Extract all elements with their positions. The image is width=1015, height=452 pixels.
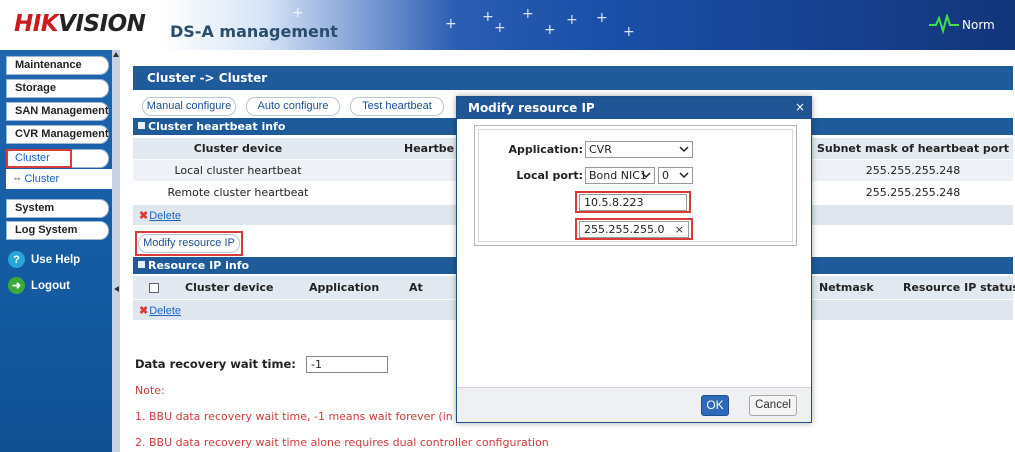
note-label: Note: bbox=[135, 384, 165, 397]
modify-resource-ip-button[interactable]: Modify resource IP bbox=[138, 234, 240, 253]
ip-address-input[interactable]: 10.5.8.223 bbox=[579, 194, 687, 211]
sidebar-scrollbar[interactable] bbox=[112, 50, 120, 452]
chevron-down-icon bbox=[679, 146, 689, 153]
column-header: Netmask bbox=[819, 281, 874, 294]
select-all-checkbox[interactable] bbox=[149, 282, 159, 293]
sparkle-icon: + bbox=[566, 12, 578, 28]
chevron-down-icon bbox=[679, 172, 689, 179]
app-header: HIKVISION DS-A management + + + + + + + … bbox=[0, 0, 1015, 50]
collapse-sidebar-arrow-icon[interactable] bbox=[114, 286, 119, 292]
test-heartbeat-button[interactable]: Test heartbeat bbox=[350, 97, 444, 116]
page-title: Cluster -> Cluster bbox=[133, 66, 1013, 90]
logout-arrow-icon: ➜ bbox=[8, 277, 25, 294]
cluster-highlight-outline bbox=[6, 149, 72, 168]
app-title: DS-A management bbox=[170, 22, 338, 41]
sub-item-marker-icon: •• bbox=[14, 174, 21, 184]
heartbeat-pulse-icon bbox=[929, 14, 959, 34]
note-line: 2. BBU data recovery wait time alone req… bbox=[135, 436, 549, 449]
modify-resource-ip-dialog: Modify resource IP × Application: CVR Lo… bbox=[456, 96, 812, 423]
sparkle-icon: + bbox=[522, 6, 534, 22]
sidebar-item-system[interactable]: System bbox=[6, 199, 109, 218]
cell-mask: 255.255.255.248 bbox=[865, 186, 961, 199]
column-header: Resource IP status bbox=[903, 281, 1015, 294]
status-text: Norm bbox=[962, 18, 995, 32]
column-header: Subnet mask of heartbeat port bbox=[816, 142, 1010, 155]
logout-link[interactable]: ➜ Logout bbox=[8, 277, 70, 294]
sparkle-icon: + bbox=[292, 5, 304, 21]
sparkle-icon: + bbox=[445, 16, 457, 32]
clear-icon[interactable]: × bbox=[675, 222, 684, 237]
cell-mask: 255.255.255.248 bbox=[865, 164, 961, 177]
note-line: 1. BBU data recovery wait time, -1 means… bbox=[135, 410, 506, 423]
sparkle-icon: + bbox=[623, 24, 635, 40]
sidebar-item-storage[interactable]: Storage bbox=[6, 79, 109, 98]
recovery-wait-input[interactable]: -1 bbox=[306, 356, 388, 373]
dialog-title: Modify resource IP bbox=[457, 97, 811, 119]
use-help-link[interactable]: ? Use Help bbox=[8, 251, 80, 268]
sidebar-subitem-cluster[interactable]: •• Cluster bbox=[6, 169, 112, 189]
manual-configure-button[interactable]: Manual configure bbox=[142, 97, 236, 116]
auto-configure-button[interactable]: Auto configure bbox=[246, 97, 340, 116]
cell-device: Remote cluster heartbeat bbox=[167, 186, 309, 199]
delete-x-icon: ✖ bbox=[139, 210, 149, 222]
sidebar-item-log-system[interactable]: Log System bbox=[6, 221, 109, 240]
column-header: Cluster device bbox=[185, 281, 274, 294]
sparkle-icon: + bbox=[482, 9, 494, 25]
sidebar-item-maintenance[interactable]: Maintenance bbox=[6, 56, 109, 75]
column-header: Cluster device bbox=[193, 142, 283, 155]
scroll-up-arrow-icon[interactable] bbox=[113, 52, 119, 57]
ok-button[interactable]: OK bbox=[701, 395, 729, 416]
local-port-select[interactable]: Bond NIC1 bbox=[585, 167, 655, 184]
column-header: At bbox=[409, 281, 423, 294]
netmask-input[interactable]: 255.255.255.0 × bbox=[579, 221, 689, 238]
sparkle-icon: + bbox=[494, 20, 506, 36]
cell-device: Local cluster heartbeat bbox=[174, 164, 302, 177]
dialog-footer: OK Cancel bbox=[457, 387, 811, 422]
port-index-select[interactable]: 0 bbox=[658, 167, 693, 184]
sparkle-icon: + bbox=[596, 10, 608, 26]
resource-delete-link[interactable]: ✖Delete bbox=[139, 304, 181, 317]
help-icon: ? bbox=[8, 251, 25, 268]
delete-x-icon: ✖ bbox=[139, 305, 149, 317]
application-label: Application: bbox=[508, 143, 583, 156]
collapse-icon bbox=[138, 261, 145, 268]
sidebar-item-cvr-management[interactable]: CVR Management bbox=[6, 125, 109, 144]
cancel-button[interactable]: Cancel bbox=[749, 395, 797, 416]
column-header: Heartbe bbox=[404, 142, 455, 155]
close-icon[interactable]: × bbox=[795, 100, 805, 114]
collapse-icon bbox=[138, 122, 145, 129]
hikvision-logo: HIKVISION bbox=[14, 11, 146, 37]
chevron-down-icon bbox=[641, 172, 651, 179]
column-header: Application bbox=[309, 281, 380, 294]
application-select[interactable]: CVR bbox=[585, 141, 693, 158]
local-port-label: Local port: bbox=[516, 169, 583, 182]
sidebar-item-san-management[interactable]: SAN Management bbox=[6, 102, 109, 121]
sparkle-icon: + bbox=[544, 22, 556, 38]
heartbeat-delete-link[interactable]: ✖Delete bbox=[139, 209, 181, 222]
recovery-wait-label: Data recovery wait time: bbox=[135, 357, 296, 371]
